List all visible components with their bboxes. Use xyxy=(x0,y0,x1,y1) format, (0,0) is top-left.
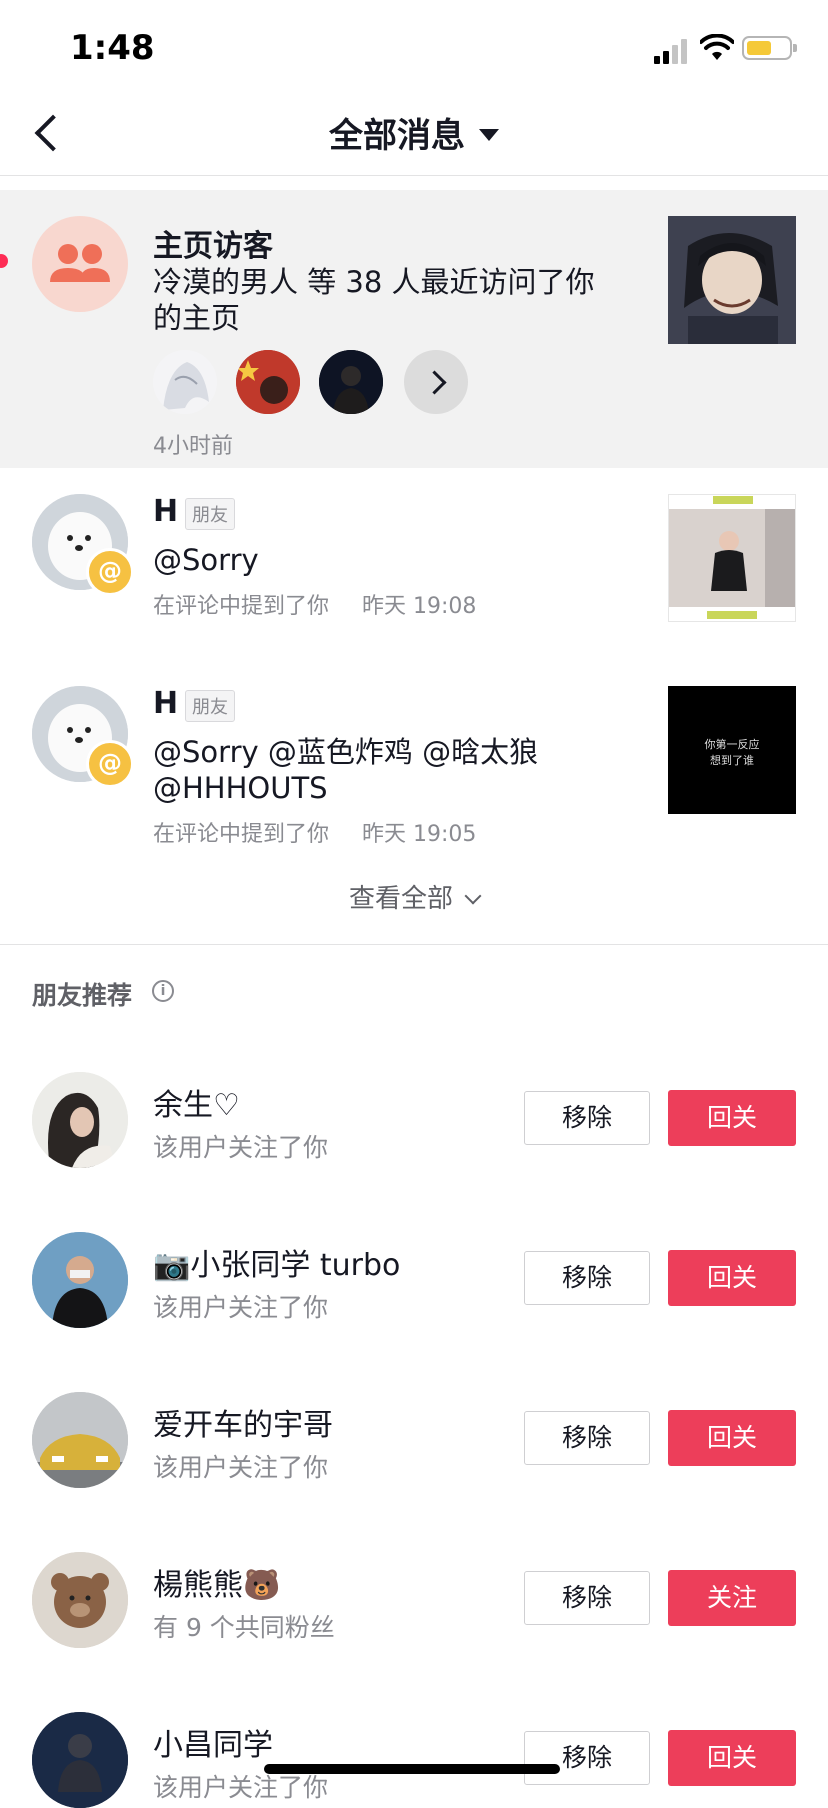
view-all-label: 查看全部 xyxy=(348,884,453,914)
visitor-avatar-1[interactable] xyxy=(153,350,217,414)
user-relation: 该用户关注了你 xyxy=(153,1133,329,1162)
user-avatar[interactable] xyxy=(32,1712,128,1808)
wifi-icon xyxy=(700,34,734,60)
mention-thumbnail[interactable]: 你第一反应 想到了谁 xyxy=(668,686,796,814)
battery-icon xyxy=(742,36,797,60)
friend-tag: 朋友 xyxy=(185,690,235,722)
mention-action: 在评论中提到了你 xyxy=(153,822,330,847)
thumbnail-caption-2: 想到了谁 xyxy=(710,754,754,767)
home-indicator[interactable] xyxy=(264,1764,560,1774)
visitor-avatar-2[interactable] xyxy=(236,350,300,414)
mention-text-line2: @HHHOUTS xyxy=(153,771,328,805)
follow-back-button[interactable]: 回关 xyxy=(668,1250,796,1306)
at-icon: @ xyxy=(86,548,134,596)
mention-time: 昨天 19:08 xyxy=(362,594,477,619)
at-icon: @ xyxy=(86,740,134,788)
mention-action: 在评论中提到了你 xyxy=(153,594,330,619)
chevron-down-icon xyxy=(464,887,482,905)
section-title: 朋友推荐 xyxy=(32,981,133,1010)
user-avatar[interactable] xyxy=(32,1552,128,1648)
user-avatar[interactable] xyxy=(32,1392,128,1488)
cellular-signal-icon xyxy=(654,38,688,64)
follow-back-button[interactable]: 回关 xyxy=(668,1410,796,1466)
mention-text: @Sorry xyxy=(153,543,259,577)
visitor-time: 4小时前 xyxy=(153,434,233,459)
user-avatar[interactable] xyxy=(32,1232,128,1328)
info-icon[interactable]: i xyxy=(152,980,174,1002)
page-title-dropdown[interactable]: 全部消息 xyxy=(0,108,828,157)
visitor-avatar-3[interactable] xyxy=(319,350,383,414)
user-name[interactable]: 爱开车的宇哥 xyxy=(153,1400,333,1444)
visitor-text-line1: 冷漠的男人 等 38 人最近访问了你 xyxy=(153,265,595,299)
visitor-title: 主页访客 xyxy=(153,229,273,264)
user-relation: 有 9 个共同粉丝 xyxy=(153,1613,335,1642)
follow-back-button[interactable]: 回关 xyxy=(668,1090,796,1146)
remove-button[interactable]: 移除 xyxy=(524,1411,650,1465)
remove-button[interactable]: 移除 xyxy=(524,1571,650,1625)
thumbnail-caption-1: 你第一反应 xyxy=(704,738,760,751)
nav-divider xyxy=(0,175,828,176)
section-divider xyxy=(0,944,828,945)
friend-tag: 朋友 xyxy=(185,498,235,530)
user-name[interactable]: 楊熊熊🐻 xyxy=(153,1560,280,1604)
user-relation: 该用户关注了你 xyxy=(153,1453,329,1482)
visitor-text-line2: 的主页 xyxy=(153,301,241,335)
visitor-avatar xyxy=(32,216,128,312)
visitor-thumbnail[interactable] xyxy=(668,216,796,344)
mention-name[interactable]: H xyxy=(153,686,178,721)
more-visitors-button[interactable] xyxy=(404,350,468,414)
page-title: 全部消息 xyxy=(329,116,465,156)
follow-back-button[interactable]: 回关 xyxy=(668,1730,796,1786)
user-relation: 该用户关注了你 xyxy=(153,1293,329,1322)
follow-button[interactable]: 关注 xyxy=(668,1570,796,1626)
user-name[interactable]: 小昌同学 xyxy=(153,1720,273,1764)
dropdown-caret-icon xyxy=(479,128,499,141)
remove-button[interactable]: 移除 xyxy=(524,1251,650,1305)
group-icon xyxy=(50,244,110,282)
view-all-button[interactable]: 查看全部 xyxy=(0,878,828,915)
mention-time: 昨天 19:05 xyxy=(362,822,477,847)
mention-thumbnail[interactable] xyxy=(668,494,796,622)
user-avatar[interactable] xyxy=(32,1072,128,1168)
mention-text: @Sorry @蓝色炸鸡 @晗太狼 xyxy=(153,735,539,769)
remove-button[interactable]: 移除 xyxy=(524,1731,650,1785)
user-name[interactable]: 📷小张同学 turbo xyxy=(153,1240,400,1284)
remove-button[interactable]: 移除 xyxy=(524,1091,650,1145)
user-name[interactable]: 余生♡ xyxy=(153,1080,240,1124)
mention-name[interactable]: H xyxy=(153,494,178,529)
status-time: 1:48 xyxy=(70,28,155,68)
